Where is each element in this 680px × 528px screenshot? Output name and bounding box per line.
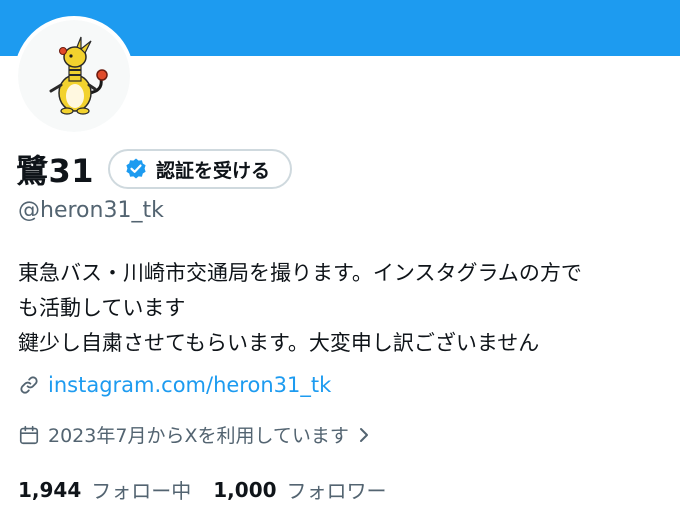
avatar[interactable] — [14, 16, 134, 136]
get-verified-label: 認証を受ける — [156, 159, 271, 182]
chevron-right-icon — [359, 427, 368, 442]
followers-link[interactable]: 1,000 フォロワー — [213, 475, 386, 504]
following-count: 1,944 — [18, 477, 82, 502]
calendar-icon — [19, 425, 39, 444]
following-link[interactable]: 1,944 フォロー中 — [18, 475, 191, 504]
bio-line: 東急バス・川崎市交通局を撮ります。インスタグラムの方で — [18, 261, 582, 285]
profile-bio: 東急バス・川崎市交通局を撮ります。インスタグラムの方で も活動しています 鍵少し… — [18, 256, 668, 361]
name-row: 鷺31 認証を受ける — [16, 146, 293, 192]
display-name: 鷺31 — [16, 152, 95, 190]
ampharos-avatar-icon — [49, 36, 108, 115]
link-icon — [20, 376, 38, 394]
followers-label: フォロワー — [286, 479, 387, 503]
profile-website-link[interactable]: instagram.com/heron31_tk — [48, 373, 331, 397]
followers-count: 1,000 — [213, 477, 277, 502]
get-verified-button[interactable]: 認証を受ける — [108, 149, 293, 189]
profile-link-row: instagram.com/heron31_tk — [18, 373, 331, 397]
bio-line: 鍵少し自粛させてもらいます。大変申し訳ございません — [18, 331, 540, 355]
bio-line: も活動しています — [18, 296, 186, 320]
user-handle: @heron31_tk — [18, 198, 164, 223]
joined-date-row[interactable]: 2023年7月からXを利用しています — [18, 421, 371, 448]
joined-date-text: 2023年7月からXを利用しています — [48, 425, 349, 447]
verified-badge-icon — [126, 158, 146, 179]
follow-stats: 1,944 フォロー中 1,000 フォロワー — [18, 475, 409, 504]
following-label: フォロー中 — [91, 479, 192, 503]
